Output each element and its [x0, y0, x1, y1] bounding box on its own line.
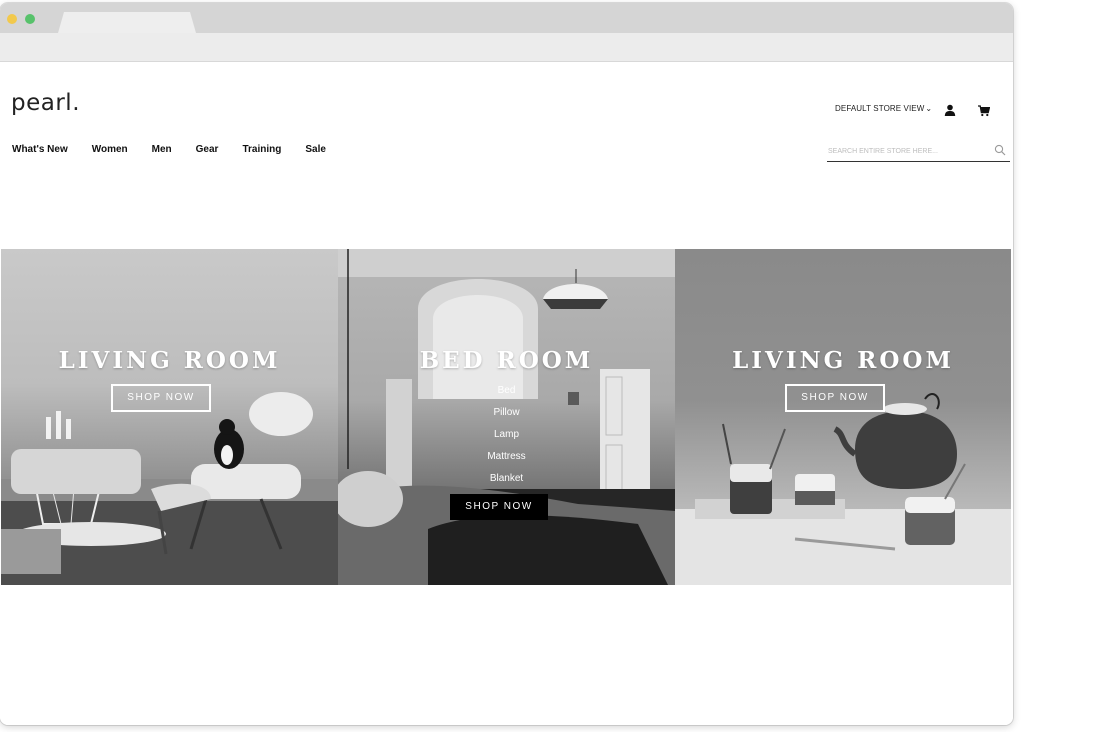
link-bed[interactable]: Bed	[338, 384, 675, 406]
browser-address-bar[interactable]	[0, 33, 1013, 62]
banner-living-room-2[interactable]: LIVING ROOM SHOP NOW	[675, 249, 1011, 585]
browser-titlebar	[0, 3, 1013, 33]
link-lamp[interactable]: Lamp	[338, 428, 675, 450]
nav-item-men[interactable]: Men	[152, 144, 172, 155]
search-icon[interactable]	[994, 144, 1006, 156]
link-blanket[interactable]: Blanket	[338, 472, 675, 494]
nav-item-whats-new[interactable]: What's New	[12, 144, 68, 155]
maximize-dot-icon[interactable]	[25, 14, 35, 24]
living-room-photo	[1, 392, 338, 585]
banner-title: BED ROOM	[419, 347, 594, 374]
nav-item-sale[interactable]: Sale	[305, 144, 326, 155]
shop-now-button[interactable]: SHOP NOW	[785, 384, 885, 412]
browser-window: pearl. What's New Women Men Gear Trainin…	[0, 3, 1013, 725]
minimize-dot-icon[interactable]	[7, 14, 17, 24]
search-input[interactable]	[828, 144, 983, 158]
store-page: pearl. What's New Women Men Gear Trainin…	[0, 62, 1013, 725]
main-nav: What's New Women Men Gear Training Sale	[12, 144, 350, 155]
category-banners: LIVING ROOM SHOP NOW BED ROOM Bed Pillow…	[1, 249, 1011, 585]
link-mattress[interactable]: Mattress	[338, 450, 675, 472]
store-logo[interactable]: pearl.	[11, 90, 80, 116]
bed-room-links: Bed Pillow Lamp Mattress Blanket	[338, 384, 675, 494]
account-icon[interactable]	[944, 104, 956, 116]
banner-living-room-1[interactable]: LIVING ROOM SHOP NOW	[1, 249, 338, 585]
cart-icon[interactable]	[978, 105, 990, 117]
nav-item-women[interactable]: Women	[92, 144, 128, 155]
store-view-switcher[interactable]: DEFAULT STORE VIEW⌄	[835, 104, 932, 113]
link-pillow[interactable]: Pillow	[338, 406, 675, 428]
browser-tab[interactable]	[58, 12, 196, 33]
nav-item-gear[interactable]: Gear	[196, 144, 219, 155]
shop-now-button[interactable]: SHOP NOW	[111, 384, 211, 412]
banner-title: LIVING ROOM	[732, 347, 954, 374]
chevron-down-icon: ⌄	[925, 104, 933, 113]
banner-bed-room[interactable]: BED ROOM Bed Pillow Lamp Mattress Blanke…	[338, 249, 675, 585]
shop-now-button[interactable]: SHOP NOW	[450, 494, 548, 520]
nav-item-training[interactable]: Training	[242, 144, 281, 155]
search-box	[827, 141, 1010, 162]
banner-title: LIVING ROOM	[58, 347, 281, 374]
tea-set-photo	[675, 393, 1011, 585]
store-view-label: DEFAULT STORE VIEW	[835, 104, 925, 113]
